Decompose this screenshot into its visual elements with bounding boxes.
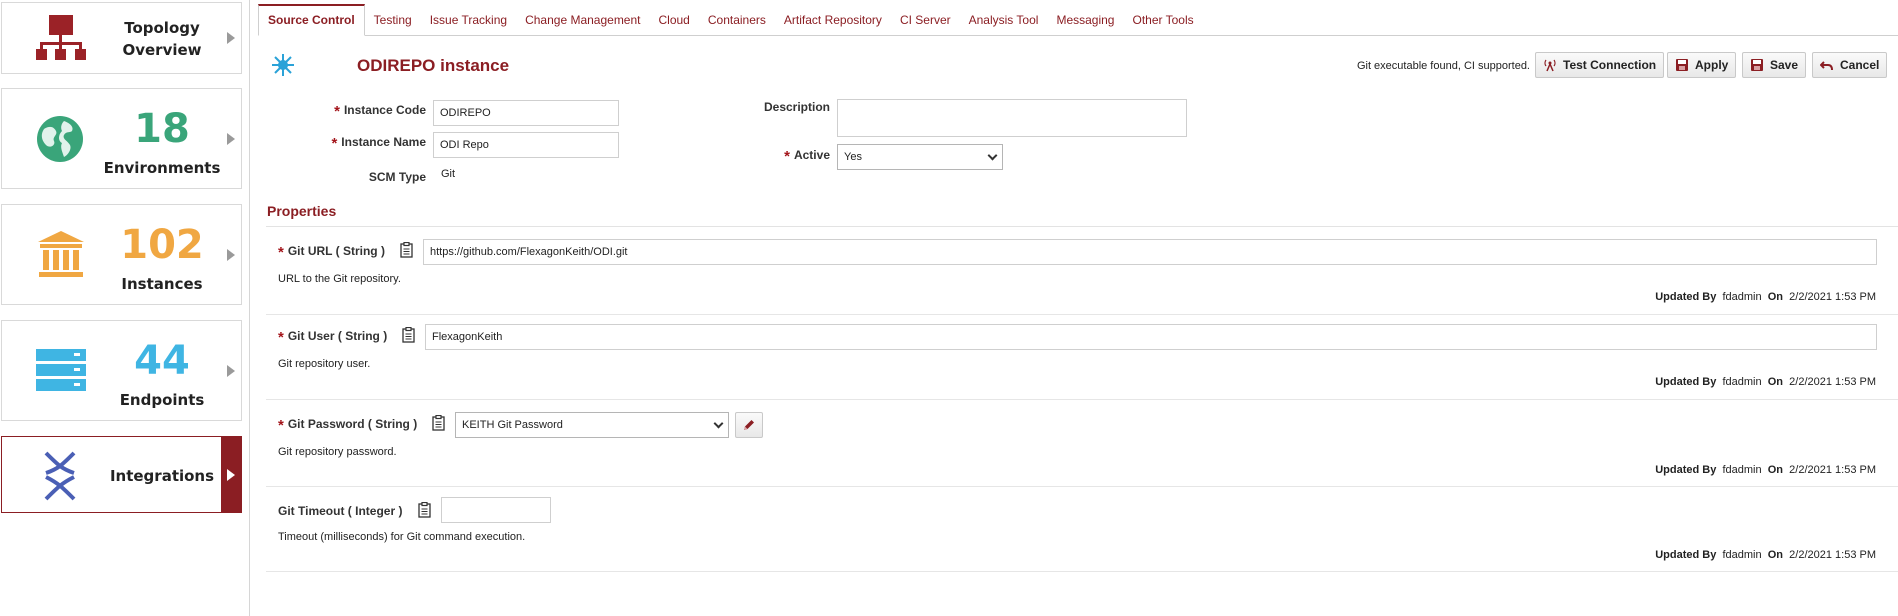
active-label: * Active bbox=[784, 148, 830, 165]
environments-count: 18 bbox=[134, 106, 190, 152]
apply-label: Apply bbox=[1695, 58, 1729, 72]
topology-label-line1: Topology bbox=[124, 19, 200, 37]
sidebar-tile-integrations[interactable]: Integrations bbox=[1, 436, 242, 513]
git-timeout-input[interactable] bbox=[441, 497, 551, 523]
tab-cloud[interactable]: Cloud bbox=[650, 13, 699, 35]
tab-change-management[interactable]: Change Management bbox=[516, 13, 649, 35]
tab-source-control[interactable]: Source Control bbox=[258, 4, 365, 36]
save-label: Save bbox=[1770, 58, 1799, 72]
topology-icon bbox=[36, 15, 86, 60]
property-git-url: * Git URL ( String ) https://github.com/F… bbox=[266, 232, 1898, 315]
tab-testing[interactable]: Testing bbox=[365, 13, 421, 35]
sidebar-tile-environments[interactable]: 18 Environments bbox=[1, 88, 242, 189]
git-password-select-value: KEITH Git Password bbox=[462, 419, 563, 431]
endpoints-label: Endpoints bbox=[119, 391, 205, 409]
environments-label: Environments bbox=[103, 159, 221, 177]
cancel-button[interactable]: Cancel bbox=[1812, 52, 1888, 78]
sidebar-tile-topology[interactable]: Topology Overview bbox=[1, 2, 242, 74]
active-select-value: Yes bbox=[844, 151, 862, 163]
scm-type-label: SCM Type bbox=[368, 170, 426, 184]
property-git-password: * Git Password ( String ) KEITH Git Passw… bbox=[266, 402, 1898, 487]
property-git-timeout: Git Timeout ( Integer ) Timeout (millise… bbox=[266, 489, 1898, 572]
save-button[interactable]: Save bbox=[1742, 52, 1807, 78]
status-message: Git executable found, CI supported. bbox=[1356, 60, 1530, 72]
clipboard-icon[interactable] bbox=[400, 242, 413, 258]
git-timeout-label: Git Timeout ( Integer ) bbox=[278, 504, 403, 518]
description-label: Description bbox=[763, 100, 830, 114]
chevron-right-icon[interactable] bbox=[221, 89, 241, 188]
git-password-description: Git repository password. bbox=[278, 446, 397, 458]
globe-icon bbox=[37, 116, 83, 162]
edit-credential-button[interactable] bbox=[735, 412, 763, 438]
tab-artifact-repository[interactable]: Artifact Repository bbox=[775, 13, 891, 35]
chevron-right-icon[interactable] bbox=[221, 321, 241, 420]
git-url-input[interactable]: https://github.com/FlexagonKeith/ODI.git bbox=[423, 239, 1877, 265]
apply-button[interactable]: Apply bbox=[1667, 52, 1737, 78]
git-user-description: Git repository user. bbox=[278, 358, 371, 370]
building-icon bbox=[38, 231, 84, 277]
tab-containers[interactable]: Containers bbox=[699, 13, 775, 35]
disk-icon bbox=[1751, 59, 1763, 71]
endpoints-count: 44 bbox=[134, 338, 190, 384]
chevron-down-icon bbox=[987, 150, 998, 160]
git-user-label: * Git User ( String ) bbox=[278, 329, 388, 346]
integrations-label: Integrations bbox=[109, 467, 215, 485]
git-url-label: * Git URL ( String ) bbox=[278, 244, 385, 261]
tab-ci-server[interactable]: CI Server bbox=[891, 13, 960, 35]
instances-count: 102 bbox=[120, 222, 204, 268]
git-timeout-updated: Updated By fdadmin On 2/2/2021 1:53 PM bbox=[1655, 549, 1876, 561]
antenna-icon bbox=[1544, 59, 1556, 72]
sidebar-tile-endpoints[interactable]: 44 Endpoints bbox=[1, 320, 242, 421]
tab-messaging[interactable]: Messaging bbox=[1047, 13, 1123, 35]
clipboard-icon[interactable] bbox=[418, 502, 431, 518]
description-input[interactable] bbox=[837, 99, 1187, 137]
test-connection-label: Test Connection bbox=[1563, 58, 1657, 72]
sidebar: Topology Overview 18 Environments 102 In… bbox=[0, 0, 250, 616]
topology-label-line2: Overview bbox=[122, 41, 202, 59]
chevron-right-icon[interactable] bbox=[221, 205, 241, 304]
cancel-label: Cancel bbox=[1840, 58, 1880, 72]
git-url-updated: Updated By fdadmin On 2/2/2021 1:53 PM bbox=[1655, 291, 1876, 303]
instance-code-label: * Instance Code bbox=[334, 103, 426, 120]
undo-icon bbox=[1820, 61, 1833, 71]
instance-name-label: * Instance Name bbox=[331, 135, 426, 152]
instance-name-input[interactable]: ODI Repo bbox=[433, 132, 619, 158]
instance-code-input[interactable]: ODIREPO bbox=[433, 100, 619, 126]
integration-tabs: Source Control Testing Issue Tracking Ch… bbox=[258, 4, 1898, 36]
scm-type-value: Git bbox=[441, 168, 456, 180]
server-icon bbox=[36, 349, 86, 391]
disk-icon bbox=[1676, 59, 1688, 71]
tab-issue-tracking[interactable]: Issue Tracking bbox=[421, 13, 516, 35]
active-select[interactable]: Yes bbox=[837, 144, 1003, 170]
tab-analysis-tool[interactable]: Analysis Tool bbox=[960, 13, 1048, 35]
chevron-down-icon bbox=[713, 418, 724, 428]
git-user-updated: Updated By fdadmin On 2/2/2021 1:53 PM bbox=[1655, 376, 1876, 388]
property-git-user: * Git User ( String ) FlexagonKeith Git r… bbox=[266, 317, 1898, 400]
chevron-right-icon[interactable] bbox=[221, 437, 241, 512]
git-url-description: URL to the Git repository. bbox=[278, 273, 401, 285]
git-password-select[interactable]: KEITH Git Password bbox=[455, 412, 729, 438]
integrations-icon bbox=[44, 451, 76, 501]
git-password-label: * Git Password ( String ) bbox=[278, 417, 418, 434]
tab-other-tools[interactable]: Other Tools bbox=[1123, 13, 1202, 35]
git-user-input[interactable]: FlexagonKeith bbox=[425, 324, 1877, 350]
clipboard-icon[interactable] bbox=[432, 415, 445, 431]
chevron-right-icon[interactable] bbox=[221, 3, 241, 73]
sidebar-tile-instances[interactable]: 102 Instances bbox=[1, 204, 242, 305]
clipboard-icon[interactable] bbox=[402, 327, 415, 343]
test-connection-button[interactable]: Test Connection bbox=[1535, 52, 1665, 78]
pencil-icon bbox=[744, 420, 754, 430]
integration-instance-icon bbox=[272, 54, 294, 76]
git-timeout-description: Timeout (milliseconds) for Git command e… bbox=[278, 531, 526, 543]
git-password-updated: Updated By fdadmin On 2/2/2021 1:53 PM bbox=[1655, 464, 1876, 476]
page-title: ODIREPO instance bbox=[357, 56, 510, 75]
section-divider bbox=[266, 226, 1898, 227]
instances-label: Instances bbox=[121, 275, 203, 293]
properties-title: Properties bbox=[267, 203, 337, 219]
